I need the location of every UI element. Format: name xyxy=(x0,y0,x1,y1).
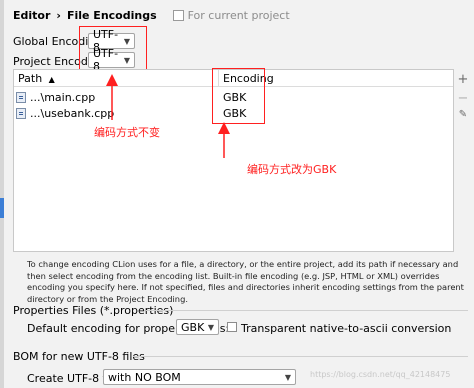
native-to-ascii-label: Transparent native-to-ascii conversion xyxy=(241,322,452,335)
native-to-ascii-checkbox[interactable] xyxy=(227,322,237,332)
bom-section-title: BOM for new UTF-8 files xyxy=(13,350,145,363)
watermark: https://blog.csdn.net/qq_42148475 xyxy=(310,370,451,379)
chevron-down-icon: ▼ xyxy=(284,372,291,382)
annotation-changed: 编码方式改为GBK xyxy=(247,163,337,176)
bom-select[interactable]: with NO BOM ▼ xyxy=(103,369,296,385)
properties-encoding-value: GBK xyxy=(181,320,205,334)
section-divider xyxy=(146,310,468,311)
properties-encoding-select[interactable]: GBK ▼ xyxy=(176,319,219,335)
section-divider xyxy=(133,356,468,357)
chevron-down-icon: ▼ xyxy=(207,322,214,332)
encoding-description: To change encoding CLion uses for a file… xyxy=(27,259,464,304)
annotation-unchanged: 编码方式不变 xyxy=(94,126,160,139)
bom-select-value: with NO BOM xyxy=(108,370,181,384)
